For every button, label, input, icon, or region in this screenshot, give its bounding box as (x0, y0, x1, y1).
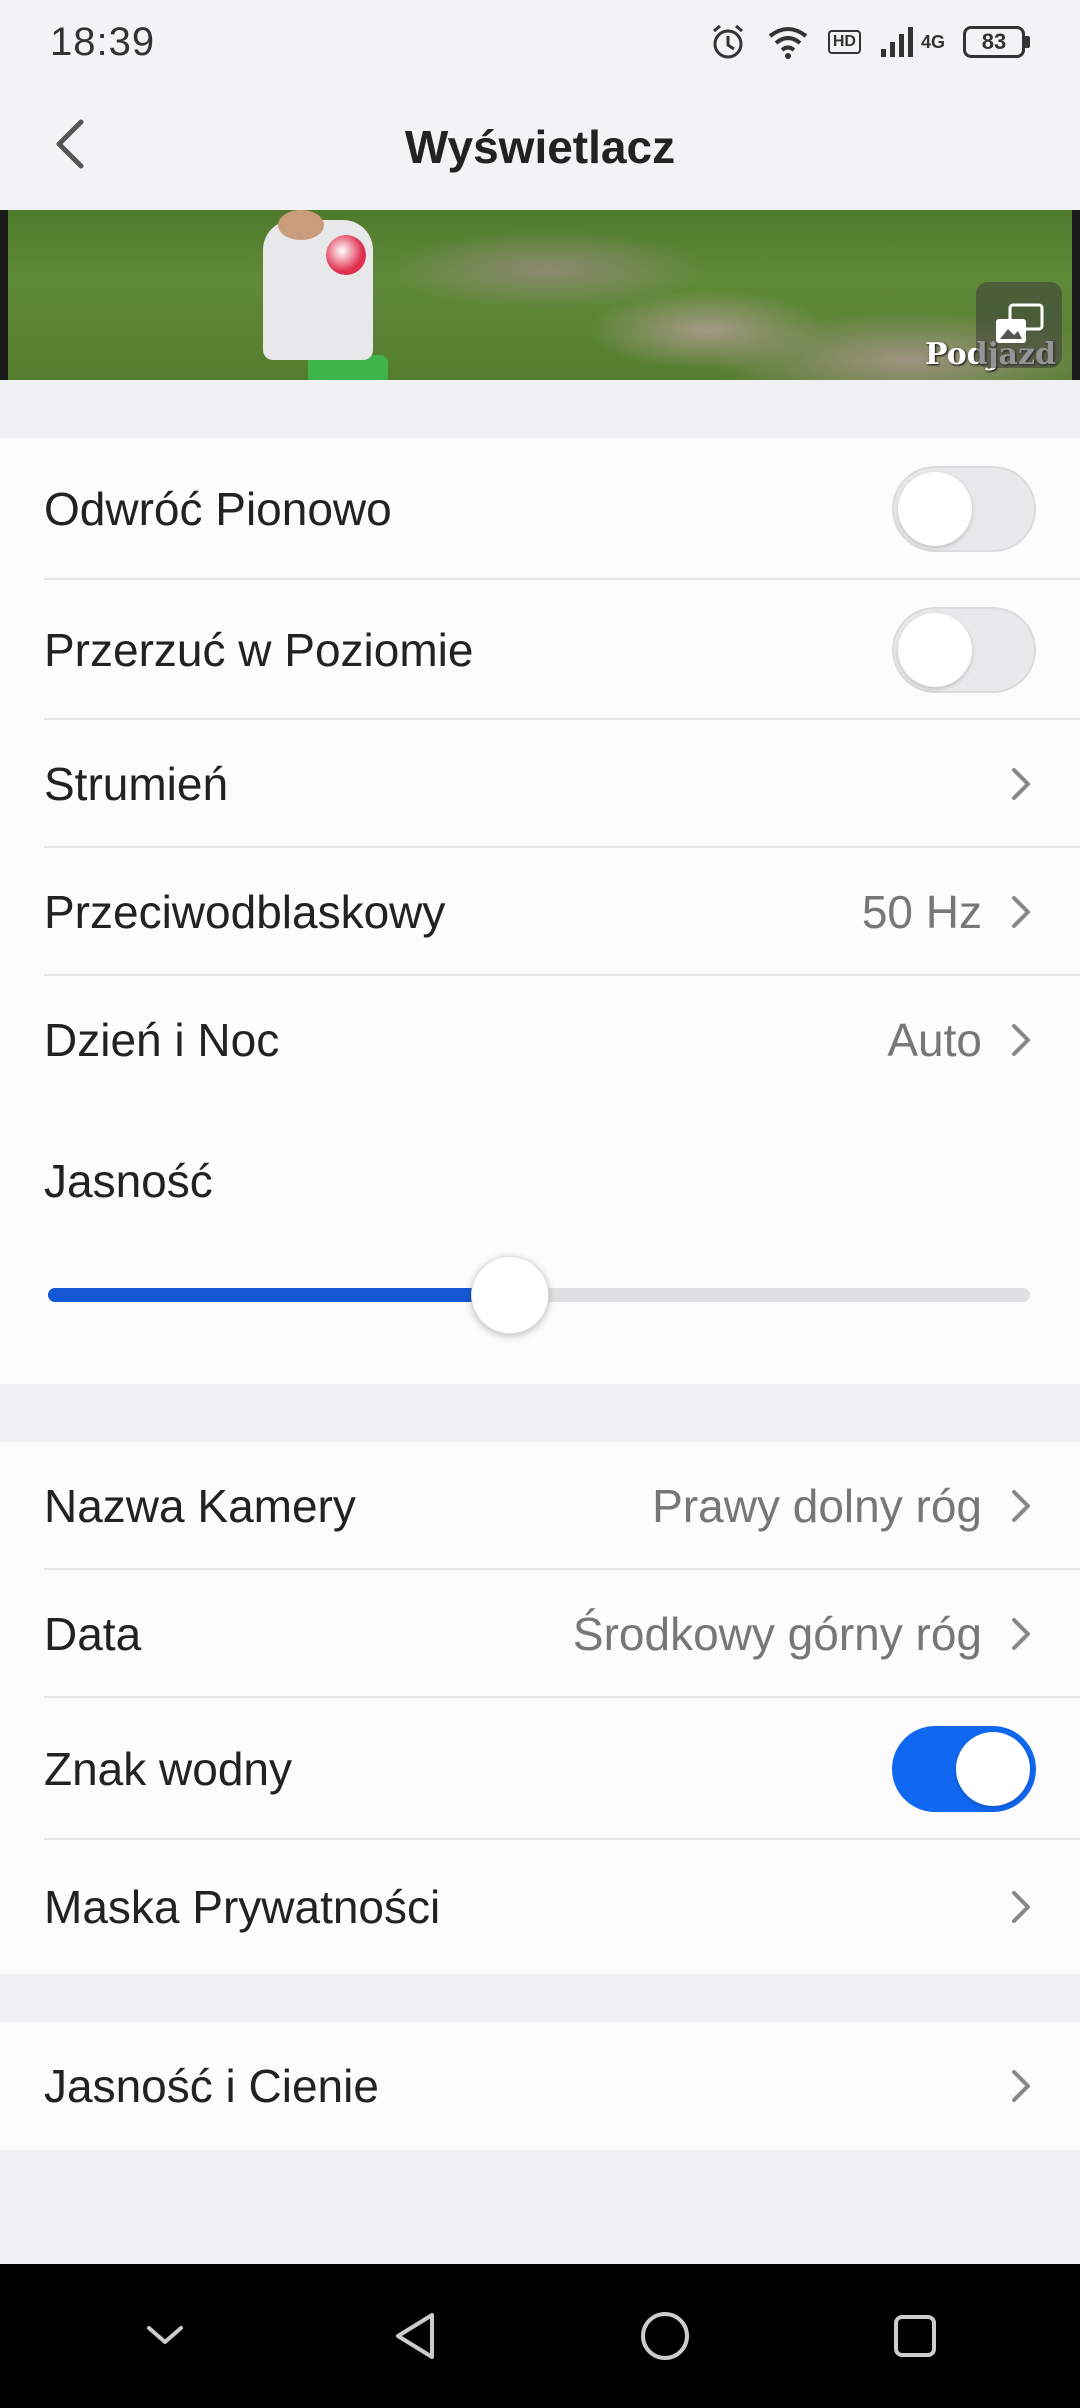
chevron-right-icon (1006, 1614, 1036, 1654)
brightness-slider-block: Jasność (0, 1104, 1080, 1384)
chevron-right-icon (1006, 1887, 1036, 1927)
watermark-toggle[interactable] (892, 1726, 1036, 1812)
collapse-icon (147, 2326, 183, 2344)
anti-flicker-label: Przeciwodblaskowy (44, 886, 446, 938)
camera-name-label: Nazwa Kamery (44, 1480, 356, 1532)
home-circle-icon (641, 2312, 689, 2360)
flip-horizontal-label: Przerzuć w Poziomie (44, 624, 474, 676)
stream-label: Strumień (44, 758, 229, 810)
flip-vertical-label: Odwróć Pionowo (44, 483, 392, 535)
chevron-right-icon (1006, 1020, 1036, 1060)
status-time: 18:39 (50, 19, 156, 64)
battery-level: 83 (963, 26, 1025, 58)
nav-recents-button[interactable] (875, 2296, 955, 2376)
camera-name-value: Prawy dolny róg (652, 1480, 982, 1532)
row-brightness-shadows[interactable]: Jasność i Cienie (0, 2022, 1080, 2150)
picture-in-picture-icon (996, 303, 1044, 343)
chevron-right-icon (1006, 892, 1036, 932)
brightness-shadows-label: Jasność i Cienie (44, 2060, 379, 2112)
back-button[interactable] (40, 114, 100, 174)
row-privacy-mask[interactable]: Maska Prywatności (0, 1840, 1080, 1974)
row-camera-name[interactable]: Nazwa Kamery Prawy dolny róg (0, 1442, 1080, 1570)
row-date[interactable]: Data Środkowy górny róg (0, 1570, 1080, 1698)
nav-back-button[interactable] (375, 2296, 455, 2376)
settings-group-osd: Nazwa Kamery Prawy dolny róg Data Środko… (0, 1442, 1080, 1974)
status-bar: 18:39 HD 4G 83 (0, 0, 1080, 84)
brightness-label: Jasność (44, 1155, 213, 1207)
row-flip-vertical: Odwróć Pionowo (0, 438, 1080, 580)
brightness-slider-fill (48, 1288, 510, 1302)
chevron-left-icon (56, 119, 84, 169)
anti-flicker-value: 50 Hz (861, 886, 982, 938)
wifi-icon (766, 24, 810, 60)
date-value: Środkowy górny róg (572, 1608, 982, 1660)
privacy-mask-label: Maska Prywatności (44, 1881, 441, 1933)
day-night-value: Auto (887, 1014, 982, 1066)
brightness-slider-thumb[interactable] (470, 1256, 549, 1334)
flip-horizontal-toggle[interactable] (892, 607, 1036, 693)
signal-icon (879, 25, 915, 59)
settings-group-image: Jasność i Cienie (0, 2022, 1080, 2150)
row-anti-flicker[interactable]: Przeciwodblaskowy 50 Hz (0, 848, 1080, 976)
network-type: 4G (920, 32, 945, 52)
app-header: Wyświetlacz (0, 84, 1080, 210)
status-icons: HD 4G 83 (708, 22, 1030, 62)
back-triangle-icon (396, 2313, 434, 2359)
row-day-night[interactable]: Dzień i Noc Auto (0, 976, 1080, 1104)
chevron-right-icon (1006, 2066, 1036, 2106)
settings-group-display: Odwróć Pionowo Przerzuć w Poziomie Strum… (0, 438, 1080, 1384)
row-flip-horizontal: Przerzuć w Poziomie (0, 580, 1080, 720)
watermark-label: Znak wodny (44, 1743, 293, 1795)
row-watermark: Znak wodny (0, 1698, 1080, 1840)
date-label: Data (44, 1608, 142, 1660)
recents-square-icon (894, 2315, 936, 2357)
nav-home-button[interactable] (625, 2296, 705, 2376)
camera-preview[interactable]: Podjazd (0, 210, 1080, 380)
camera-feed-image (8, 210, 1072, 380)
battery-icon: 83 (963, 26, 1030, 58)
flip-vertical-toggle[interactable] (892, 466, 1036, 552)
collapse-button[interactable] (125, 2296, 205, 2376)
system-nav-bar (0, 2264, 1080, 2408)
hd-icon: HD (827, 30, 861, 54)
chevron-right-icon (1006, 1486, 1036, 1526)
page-title: Wyświetlacz (404, 121, 676, 173)
day-night-label: Dzień i Noc (44, 1014, 280, 1066)
alarm-icon (708, 22, 748, 62)
picture-in-picture-button[interactable] (976, 282, 1062, 368)
chevron-right-icon (1006, 764, 1036, 804)
row-stream[interactable]: Strumień (0, 720, 1080, 848)
